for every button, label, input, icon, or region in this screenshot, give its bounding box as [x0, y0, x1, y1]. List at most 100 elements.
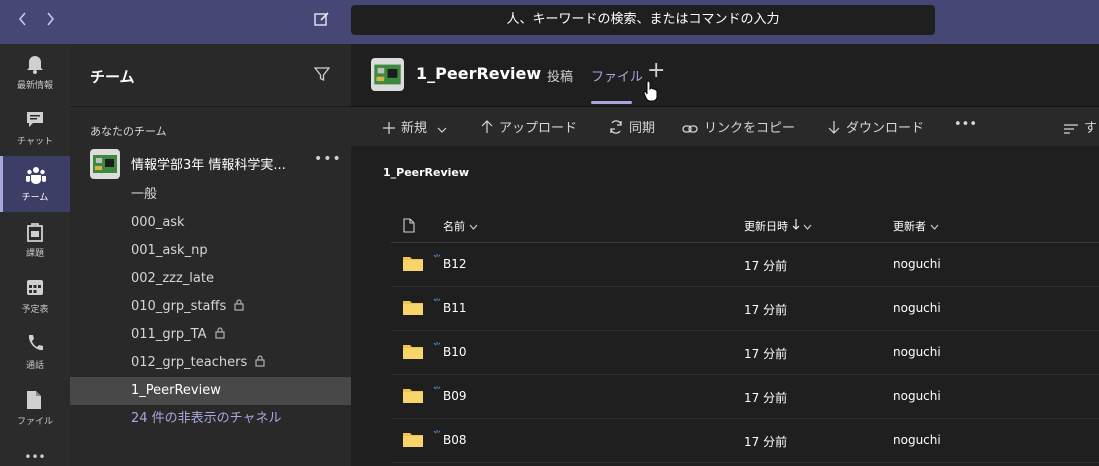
rail-label: チャット	[17, 137, 53, 147]
folder-icon	[403, 344, 423, 363]
breadcrumb: 1_PeerReview	[383, 166, 470, 179]
tab-files[interactable]: ファイル	[591, 66, 643, 85]
chat-icon	[27, 112, 43, 127]
chevron-left-icon[interactable]	[18, 12, 28, 30]
channel-item[interactable]: 012_grp_teachers	[70, 349, 351, 377]
new-item-indicator-icon	[433, 335, 441, 354]
hand-cursor-icon	[643, 80, 659, 106]
rail-item-files[interactable]: ファイル	[0, 380, 70, 436]
team-more-button[interactable]: •••	[314, 151, 342, 167]
team-panel: チーム あなたのチーム 情報学部3年 情報科学実... ••• 一般 000_a…	[70, 44, 351, 466]
divider	[70, 106, 351, 107]
new-item-indicator-icon	[433, 423, 441, 442]
column-modified[interactable]: 更新日時	[744, 218, 812, 234]
chevron-down-icon	[930, 224, 938, 230]
upload-button[interactable]: アップロード	[481, 117, 577, 136]
column-header-row: 名前 更新日時 更新者	[351, 212, 1099, 242]
chevron-right-icon[interactable]	[45, 12, 55, 30]
download-icon	[828, 121, 840, 134]
channel-item[interactable]: 一般	[70, 181, 351, 209]
file-type-icon	[403, 218, 415, 237]
rail-label: ファイル	[16, 417, 53, 427]
channel-label: 011_grp_TA	[131, 327, 207, 342]
file-modified: 17 分前	[744, 391, 788, 405]
file-modified: 17 分前	[744, 435, 788, 449]
assignments-icon	[27, 223, 43, 242]
channel-label: 002_zzz_late	[131, 271, 214, 286]
table-row[interactable]: B10 17 分前 noguchi	[391, 331, 1099, 375]
channel-item-active[interactable]: 1_PeerReview	[70, 377, 351, 405]
channel-item[interactable]: 001_ask_np	[70, 237, 351, 265]
chevron-down-icon	[437, 127, 447, 133]
rail-item-activity[interactable]: 最新情報	[0, 44, 70, 100]
new-label: 新規	[401, 121, 428, 136]
column-modified-by[interactable]: 更新者	[893, 218, 939, 234]
file-name[interactable]: B09	[443, 389, 467, 403]
more-actions-button[interactable]: •••	[954, 117, 977, 132]
page-title: 1_PeerReview	[416, 64, 542, 83]
file-modified: 17 分前	[744, 259, 788, 273]
link-icon	[682, 125, 698, 133]
sync-button[interactable]: 同期	[609, 117, 655, 136]
file-modified-by: noguchi	[893, 301, 941, 315]
title-bar: 人、キーワードの検索、またはコマンドの入力	[0, 0, 1099, 44]
table-row[interactable]: B08 17 分前 noguchi	[391, 419, 1099, 463]
rail-item-assignments[interactable]: 課題	[0, 212, 70, 268]
compose-icon[interactable]	[313, 10, 331, 28]
table-row[interactable]: B09 17 分前 noguchi	[391, 375, 1099, 419]
new-item-indicator-icon	[433, 291, 441, 310]
channel-item[interactable]: 010_grp_staffs	[70, 293, 351, 321]
search-input[interactable]: 人、キーワードの検索、またはコマンドの入力	[351, 5, 935, 35]
hidden-channels-link[interactable]: 24 件の非表示のチャネル	[70, 405, 351, 433]
copy-link-button[interactable]: リンクをコピー	[682, 117, 795, 136]
lock-icon	[234, 294, 244, 322]
team-avatar[interactable]	[90, 149, 120, 179]
channel-header: 1_PeerReview 投稿 ファイル +	[351, 44, 1099, 106]
file-modified-by: noguchi	[893, 389, 941, 403]
chevron-down-icon	[469, 224, 477, 230]
rail-item-chat[interactable]: チャット	[0, 100, 70, 156]
channel-label: 一般	[131, 187, 158, 202]
tab-posts[interactable]: 投稿	[547, 66, 573, 85]
file-name[interactable]: B11	[443, 301, 467, 315]
sort-label: す	[1084, 121, 1098, 136]
file-name[interactable]: B10	[443, 345, 467, 359]
new-button[interactable]: 新規	[383, 117, 453, 136]
rail-label: チーム	[21, 193, 49, 203]
filter-icon[interactable]	[313, 66, 331, 86]
table-row[interactable]: B12 17 分前 noguchi	[391, 243, 1099, 287]
rail-item-teams[interactable]: チーム	[0, 156, 70, 212]
calendar-icon	[27, 280, 43, 295]
upload-icon	[481, 120, 493, 133]
download-button[interactable]: ダウンロード	[828, 117, 924, 136]
channel-avatar	[371, 58, 404, 91]
active-tab-indicator	[591, 101, 632, 104]
folder-icon	[403, 432, 423, 451]
table-row[interactable]: B11 17 分前 noguchi	[391, 287, 1099, 331]
channel-item[interactable]: 000_ask	[70, 209, 351, 237]
sync-icon	[610, 120, 622, 134]
column-name[interactable]: 名前	[443, 218, 478, 234]
sort-button[interactable]: す	[1064, 117, 1097, 136]
channel-item[interactable]: 011_grp_TA	[70, 321, 351, 349]
file-name[interactable]: B08	[443, 433, 467, 447]
folder-icon	[403, 300, 423, 319]
rail-more-button[interactable]: •••	[0, 450, 70, 464]
rail-label: 最新情報	[16, 81, 53, 91]
channel-label: 012_grp_teachers	[131, 355, 248, 370]
file-modified: 17 分前	[744, 303, 788, 317]
channel-label: 010_grp_staffs	[131, 299, 227, 314]
bell-icon	[27, 56, 43, 74]
lock-icon	[255, 350, 265, 378]
rail-item-calls[interactable]: 通話	[0, 324, 70, 380]
rail-item-calendar[interactable]: 予定表	[0, 268, 70, 324]
team-name[interactable]: 情報学部3年 情報科学実...	[131, 154, 286, 173]
channel-item[interactable]: 002_zzz_late	[70, 265, 351, 293]
file-modified-by: noguchi	[893, 345, 941, 359]
lock-icon	[214, 322, 225, 350]
upload-label: アップロード	[499, 121, 578, 136]
file-name[interactable]: B12	[443, 257, 467, 271]
copy-link-label: リンクをコピー	[704, 121, 796, 136]
chevron-down-icon	[803, 224, 812, 230]
app-rail: 最新情報 チャット チーム 課題 予定表 通話 ファイル •••	[0, 44, 70, 466]
